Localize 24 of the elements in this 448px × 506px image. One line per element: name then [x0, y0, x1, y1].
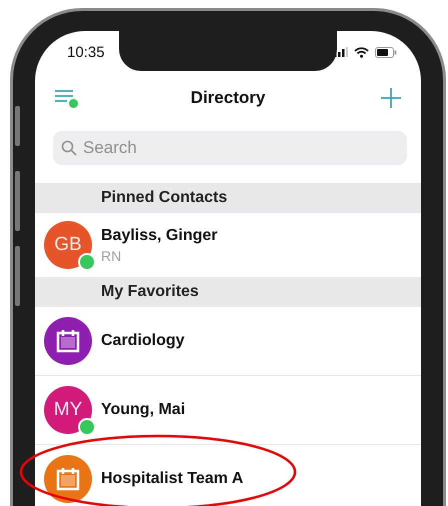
search-field[interactable]: Search — [53, 131, 407, 165]
contact-name: Young, Mai — [101, 401, 186, 419]
signal-icon — [334, 47, 348, 57]
calendar-icon — [56, 467, 80, 491]
contact-name: Cardiology — [101, 332, 185, 350]
search-icon — [61, 140, 77, 156]
status-time: 10:35 — [67, 44, 105, 60]
contact-role: RN — [101, 248, 122, 264]
contact-name: Bayliss, Ginger — [101, 226, 218, 244]
avatar-initials: GB — [54, 234, 82, 256]
avatar-initials: MY — [54, 399, 82, 421]
calendar-icon — [56, 329, 80, 353]
wifi-icon — [354, 46, 369, 58]
contact-name: Hospitalist Team A — [101, 470, 244, 488]
section-title: Pinned Contacts — [101, 189, 228, 207]
contact-row[interactable]: Hospitalist Team A — [35, 444, 421, 506]
section-title: My Favorites — [101, 283, 199, 301]
menu-button[interactable] — [55, 90, 75, 106]
battery-icon — [375, 46, 397, 58]
contact-row[interactable]: GB Bayliss, Ginger RN — [35, 213, 421, 277]
add-button[interactable] — [381, 88, 401, 108]
contact-row[interactable]: Cardiology — [35, 307, 421, 375]
screen-title: Directory — [190, 88, 266, 108]
contact-row[interactable]: MY Young, Mai — [35, 375, 421, 444]
